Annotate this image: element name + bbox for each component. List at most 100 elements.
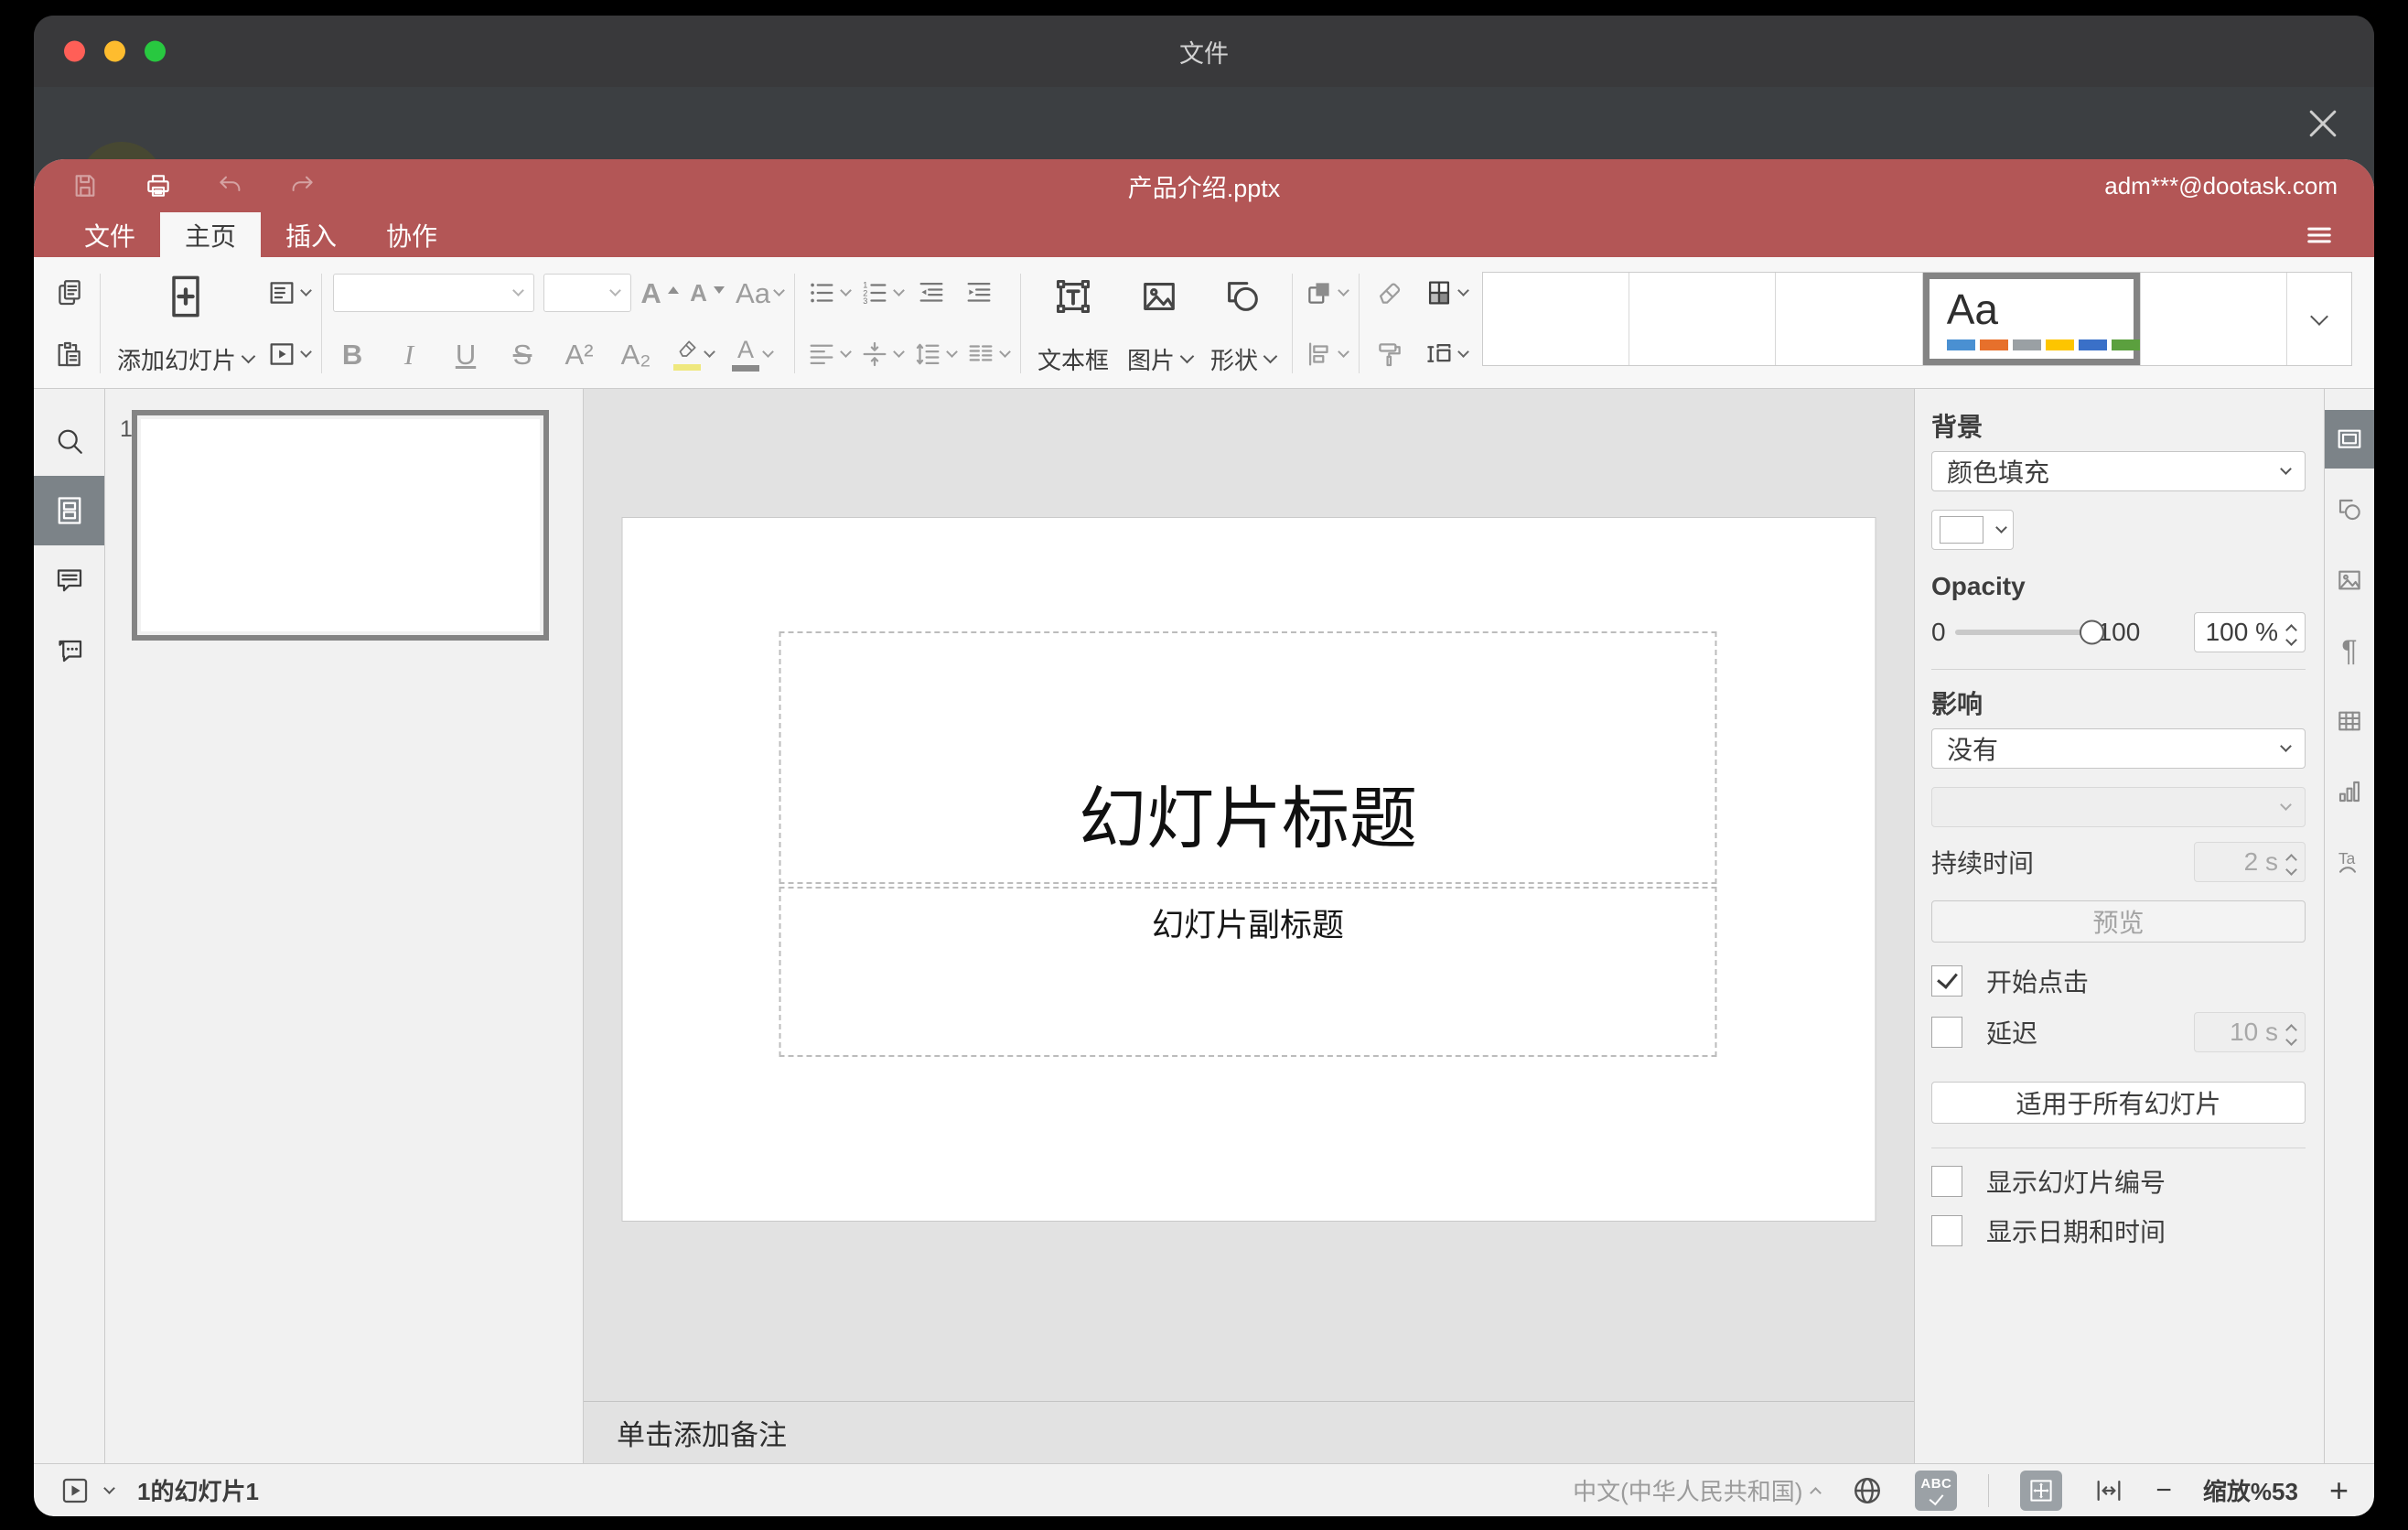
opacity-spinner[interactable]: 100 % (2194, 612, 2306, 652)
start-slideshow-status-icon[interactable] (59, 1475, 91, 1506)
horizontal-align-icon[interactable] (806, 331, 852, 377)
copy-icon[interactable] (50, 270, 89, 316)
tab-insert[interactable]: 插入 (261, 212, 361, 257)
comments-icon[interactable] (34, 545, 104, 615)
minimize-traffic-button[interactable] (104, 40, 125, 62)
effect-select[interactable]: 没有 (1931, 728, 2306, 769)
align-shape-icon[interactable] (1304, 331, 1349, 377)
theme-option-3[interactable] (1776, 273, 1923, 365)
paste-icon[interactable] (50, 331, 89, 377)
close-traffic-button[interactable] (64, 40, 85, 62)
svg-text:Ta: Ta (2338, 849, 2356, 867)
start-slideshow-icon[interactable] (266, 331, 312, 377)
menu-icon[interactable] (2303, 221, 2336, 249)
delay-spinner[interactable]: 10 s (2194, 1012, 2306, 1052)
image-button[interactable]: 图片 (1118, 268, 1201, 379)
increase-font-icon[interactable]: A (640, 270, 679, 316)
bold-icon[interactable]: B (333, 331, 371, 377)
language-selector[interactable]: 中文(中华人民共和国) (1573, 1473, 1822, 1507)
start-on-click-checkbox[interactable] (1931, 965, 1962, 997)
theme-option-1[interactable] (1483, 273, 1630, 365)
slide-layout-icon[interactable] (266, 270, 312, 316)
spell-check-icon[interactable]: ABC (1915, 1470, 1958, 1511)
subscript-icon[interactable]: A₂ (617, 331, 655, 377)
chart-settings-icon[interactable] (2325, 762, 2374, 821)
delay-checkbox[interactable] (1931, 1017, 1962, 1048)
bullet-list-icon[interactable] (806, 270, 852, 316)
paragraph-settings-icon[interactable]: ¶ (2325, 621, 2374, 680)
chat-icon[interactable] (34, 615, 104, 684)
slideshow-mode-chevron-icon[interactable] (103, 1482, 115, 1494)
theme-option-2[interactable] (1629, 273, 1777, 365)
save-icon[interactable] (70, 171, 100, 200)
undo-icon[interactable] (217, 172, 244, 199)
document-language-icon[interactable] (1851, 1474, 1884, 1507)
image-icon (1138, 268, 1180, 325)
italic-icon[interactable]: I (390, 331, 428, 377)
font-color-icon[interactable]: A (732, 331, 774, 377)
tab-home[interactable]: 主页 (160, 212, 262, 257)
effect-variant-select[interactable] (1931, 787, 2306, 827)
slides-panel-icon[interactable] (34, 476, 104, 545)
zoom-out-icon[interactable]: − (2155, 1476, 2172, 1504)
zoom-in-icon[interactable]: + (2329, 1473, 2349, 1507)
arrange-shape-icon[interactable] (1304, 270, 1349, 316)
textbox-button[interactable]: 文本框 (1028, 268, 1118, 379)
redo-icon[interactable] (288, 172, 316, 199)
theme-option-selected[interactable]: Aa (1923, 273, 2141, 365)
shape-button[interactable]: 形状 (1201, 268, 1285, 379)
slide-canvas[interactable]: 幻灯片标题 幻灯片副标题 (584, 389, 1914, 1401)
opacity-slider-thumb[interactable] (2079, 620, 2104, 645)
main-area: 1 幻灯片标题 幻灯片副标题 单击添加备注 背景 颜色填充 Opacity 0 … (34, 389, 2374, 1463)
tab-collaboration[interactable]: 协作 (361, 212, 462, 257)
shape-settings-icon[interactable] (2325, 480, 2374, 539)
fill-type-select[interactable]: 颜色填充 (1931, 451, 2306, 491)
tab-file[interactable]: 文件 (59, 212, 160, 257)
numbered-list-icon[interactable]: 123 (859, 270, 905, 316)
slide-size-icon[interactable] (1424, 331, 1469, 377)
strikethrough-icon[interactable]: S (503, 331, 542, 377)
table-settings-icon[interactable] (2325, 692, 2374, 750)
apply-to-all-slides-button[interactable]: 适用于所有幻灯片 (1931, 1082, 2306, 1124)
opacity-control: 0 100 100 % (1931, 612, 2306, 652)
close-icon[interactable] (2303, 103, 2343, 144)
maximize-traffic-button[interactable] (145, 40, 166, 62)
theme-color-bars (1946, 339, 2140, 350)
add-slide-button[interactable]: 添加幻灯片 (108, 268, 263, 379)
highlight-color-icon[interactable] (673, 331, 715, 377)
subtitle-placeholder[interactable]: 幻灯片副标题 (779, 887, 1717, 1057)
fill-color-picker[interactable] (1931, 510, 2014, 550)
show-slide-number-checkbox[interactable] (1931, 1166, 1962, 1197)
underline-icon[interactable]: U (446, 331, 485, 377)
opacity-slider[interactable] (1954, 620, 2104, 645)
theme-option-5[interactable] (2141, 273, 2286, 365)
textart-settings-icon[interactable]: Ta (2325, 833, 2374, 891)
fit-to-slide-icon[interactable] (2020, 1470, 2063, 1511)
print-icon[interactable] (144, 171, 173, 200)
font-name-select[interactable] (333, 274, 535, 312)
decrease-font-icon[interactable]: A (688, 270, 726, 316)
line-spacing-icon[interactable] (912, 331, 958, 377)
show-date-time-checkbox[interactable] (1931, 1215, 1962, 1246)
theme-gallery-expand-icon[interactable] (2285, 273, 2351, 365)
slide[interactable]: 幻灯片标题 幻灯片副标题 (622, 518, 1876, 1221)
increase-indent-icon[interactable] (960, 270, 998, 316)
superscript-icon[interactable]: A² (560, 331, 598, 377)
preview-button[interactable]: 预览 (1931, 900, 2306, 943)
decrease-indent-icon[interactable] (912, 270, 951, 316)
clear-style-icon[interactable] (1371, 270, 1409, 316)
title-placeholder[interactable]: 幻灯片标题 (779, 631, 1717, 884)
fit-to-width-icon[interactable] (2093, 1475, 2124, 1506)
vertical-align-icon[interactable] (859, 331, 905, 377)
color-scheme-icon[interactable] (1424, 270, 1469, 316)
font-size-select[interactable] (543, 274, 632, 312)
image-settings-icon[interactable] (2325, 551, 2374, 609)
columns-icon[interactable] (965, 331, 1011, 377)
slide-settings-icon[interactable] (2325, 410, 2374, 469)
duration-spinner[interactable]: 2 s (2194, 842, 2306, 882)
notes-area[interactable]: 单击添加备注 (584, 1401, 1914, 1463)
change-case-icon[interactable]: Aa (736, 270, 785, 316)
copy-style-icon[interactable] (1371, 331, 1409, 377)
search-icon[interactable] (34, 406, 104, 476)
slide-thumbnail[interactable] (132, 410, 549, 641)
